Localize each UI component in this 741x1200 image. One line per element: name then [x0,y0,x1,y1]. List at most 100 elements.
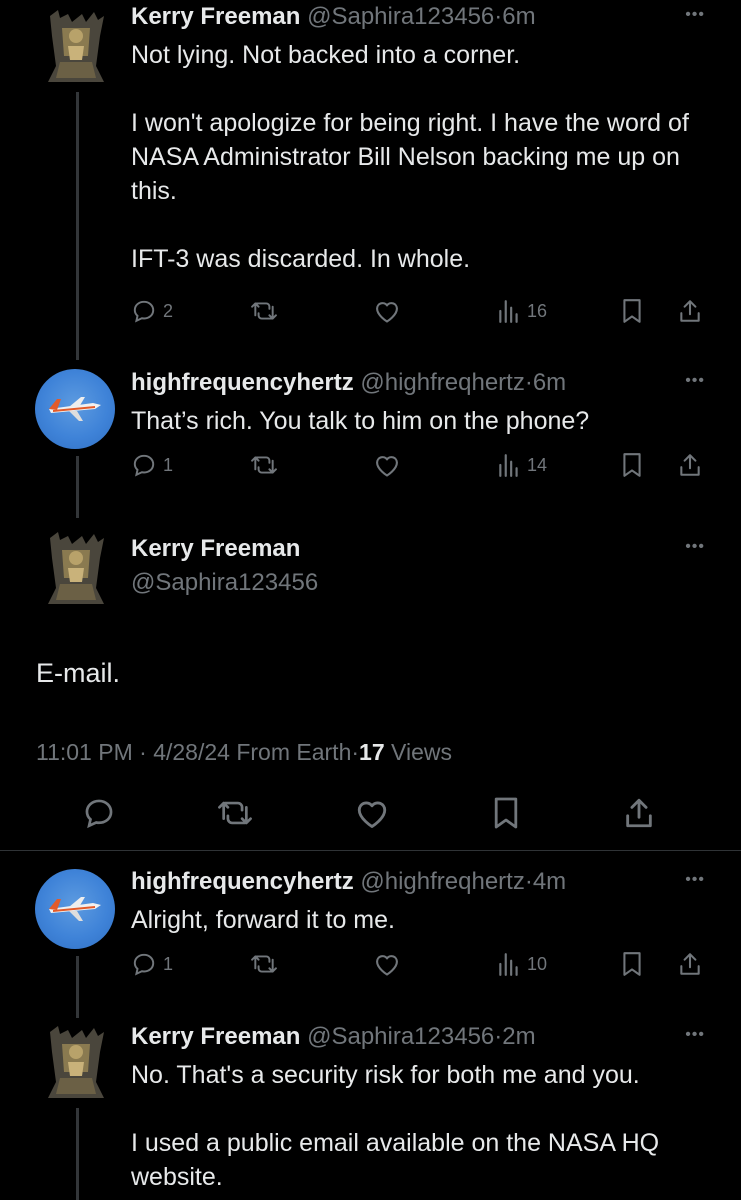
share-button[interactable] [677,298,703,324]
views-icon [499,953,518,976]
tweet-header: Kerry Freeman @Saphira123456·6m [131,2,536,32]
bookmark-icon [623,952,641,976]
post-date[interactable]: 4/28/24 [153,739,230,765]
bookmark-icon [623,453,641,477]
avatar[interactable] [38,1022,114,1102]
tweet-text: Alright, forward it to me. [131,906,395,934]
airplane-avatar-image [49,397,101,421]
reply-button[interactable] [82,796,116,830]
statue-avatar-image [48,10,104,82]
view-count: 10 [527,953,548,974]
share-button[interactable] [622,796,656,830]
retweet-icon [251,456,277,474]
thread-line [76,1108,79,1200]
reply-icon [133,953,155,976]
reply-icon [85,799,113,829]
retweet-icon [251,955,277,973]
action-bar: 1 14 [131,452,711,482]
retweet-button[interactable] [249,951,279,977]
separator-dot: · [351,739,360,765]
more-icon[interactable]: ••• [685,372,705,390]
bookmark-button[interactable] [621,951,643,977]
views-icon [499,300,518,323]
display-name[interactable]: Kerry Freeman [131,535,300,562]
share-button[interactable] [677,452,703,478]
tweet-header: Kerry Freeman @Saphira123456·2m [131,1022,536,1052]
avatar[interactable] [35,369,115,449]
display-name-row: Kerry Freeman [131,534,300,564]
more-icon[interactable]: ••• [685,538,705,556]
handle[interactable]: @highfreqhertz [360,369,524,396]
separator-dot: · [139,739,147,765]
handle[interactable]: @Saphira123456 [307,1023,494,1050]
like-button[interactable] [373,951,401,977]
avatar[interactable] [38,528,114,608]
bookmark-button[interactable] [621,452,643,478]
share-icon [626,798,652,828]
tweet-text: That’s rich. You talk to him on the phon… [131,407,590,435]
retweet-button[interactable] [249,452,279,478]
timestamp[interactable]: 2m [502,1023,535,1050]
like-icon [376,456,398,477]
views-count[interactable]: 17 [359,739,385,765]
like-icon [376,955,398,976]
more-icon[interactable]: ••• [685,6,705,24]
like-button[interactable] [373,452,401,478]
bookmark-button[interactable] [492,796,520,830]
share-icon [680,300,700,322]
reply-count: 2 [163,300,174,321]
tweet-text: Not lying. Not backed into a corner. I w… [131,41,689,273]
retweet-button[interactable] [249,298,279,324]
display-name[interactable]: highfrequencyhertz [131,868,354,895]
handle[interactable]: @highfreqhertz [360,868,524,895]
retweet-button[interactable] [216,796,254,830]
share-icon [680,953,700,975]
view-count: 16 [527,300,548,321]
views-button[interactable]: 10 [497,951,547,977]
views-button[interactable]: 16 [497,298,547,324]
thread-line [76,456,79,518]
tweet-header: highfrequencyhertz @highfreqhertz·6m [131,368,566,398]
reply-button[interactable]: 2 [131,298,173,324]
timestamp[interactable]: 6m [533,369,566,396]
thread-line [76,956,79,1018]
like-icon [376,302,398,323]
more-icon[interactable]: ••• [685,871,705,889]
separator-dot: · [524,868,533,895]
thread-line [76,92,79,360]
share-icon [680,454,700,476]
avatar[interactable] [38,6,114,86]
handle[interactable]: @Saphira123456 [131,569,318,596]
post-time[interactable]: 11:01 PM [36,739,133,765]
separator-dot: · [524,369,533,396]
reply-count: 1 [163,953,174,974]
like-button[interactable] [354,796,390,830]
display-name[interactable]: Kerry Freeman [131,1023,300,1050]
retweet-icon [251,302,277,320]
reply-icon [133,454,155,477]
views-icon [499,454,518,477]
timestamp[interactable]: 4m [533,868,566,895]
action-bar [0,796,741,836]
like-button[interactable] [373,298,401,324]
view-count: 14 [527,454,548,475]
display-name[interactable]: Kerry Freeman [131,3,300,30]
tweet-meta: 11:01 PM · 4/28/24 From Earth·17 Views [36,739,452,766]
bookmark-icon [494,797,518,829]
views-button[interactable]: 14 [497,452,547,478]
airplane-avatar-image [49,897,101,921]
bookmark-button[interactable] [621,298,643,324]
more-icon[interactable]: ••• [685,1026,705,1044]
share-button[interactable] [677,951,703,977]
reply-button[interactable]: 1 [131,452,173,478]
display-name[interactable]: highfrequencyhertz [131,369,354,396]
handle[interactable]: @Saphira123456 [307,3,494,30]
avatar[interactable] [35,869,115,949]
action-bar: 1 10 [131,951,711,981]
reply-button[interactable]: 1 [131,951,173,977]
statue-avatar-image [48,532,104,604]
action-bar: 2 16 [131,298,711,328]
statue-avatar-image [48,1026,104,1098]
timestamp[interactable]: 6m [502,3,535,30]
reply-icon [133,300,155,323]
